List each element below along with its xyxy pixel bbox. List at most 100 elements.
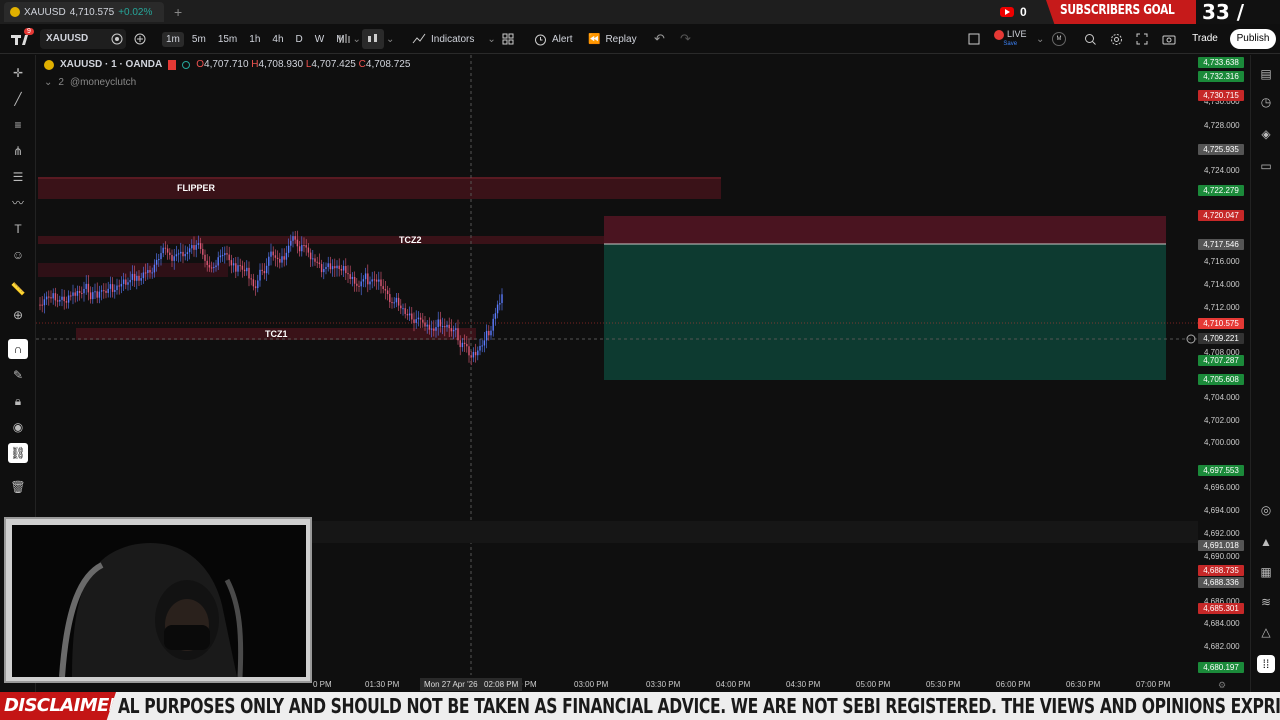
eye-icon[interactable]: ◉: [8, 417, 28, 437]
interval-w[interactable]: W: [311, 32, 328, 47]
candle-body: [252, 279, 255, 287]
trend-line-icon[interactable]: ╱: [8, 89, 28, 109]
chart-legend: XAUUSD · 1 · OANDA O4,707.710 H4,708.930…: [44, 59, 410, 70]
live-dropdown-icon[interactable]: ⌄: [1036, 24, 1044, 54]
candle-body: [78, 291, 81, 293]
new-tab-icon[interactable]: +: [174, 4, 182, 20]
candles-icon[interactable]: [362, 29, 384, 49]
interval-d[interactable]: D: [292, 32, 307, 47]
magnet-icon[interactable]: ∩: [8, 339, 28, 359]
chat-icon[interactable]: ▭: [1257, 157, 1275, 175]
indicators-dropdown-icon[interactable]: ⌄: [487, 34, 495, 45]
calendar-icon[interactable]: ▦: [1257, 563, 1275, 581]
brush-icon[interactable]: 〰: [8, 193, 28, 213]
axis-label: 4,702.000: [1204, 416, 1240, 425]
candle-body: [494, 313, 497, 319]
candle-body: [340, 268, 343, 271]
live-save-button[interactable]: LIVE Save: [994, 24, 1027, 54]
candle-body: [89, 292, 92, 300]
youtube-icon: [1000, 7, 1014, 17]
emoji-icon[interactable]: ☺: [8, 245, 28, 265]
price-tag: 4,680.197: [1198, 662, 1244, 673]
axis-label: 4,714.000: [1204, 280, 1240, 289]
fib-retracement-icon[interactable]: ☰: [8, 167, 28, 187]
publish-button[interactable]: Publish: [1230, 29, 1276, 49]
lock-icon[interactable]: 🔒︎: [8, 391, 28, 411]
candle-body: [65, 301, 68, 303]
price-tag: 4,697.553: [1198, 465, 1244, 476]
ruler-icon[interactable]: 📏: [8, 279, 28, 299]
candle-body: [239, 265, 241, 267]
candle-body: [160, 253, 162, 260]
rocket-icon[interactable]: ▲: [1257, 533, 1275, 551]
horizontal-lines-icon[interactable]: ≡: [8, 115, 28, 135]
bell-icon[interactable]: △: [1257, 623, 1275, 641]
target-icon[interactable]: ◎: [1257, 501, 1275, 519]
replay-button[interactable]: ⏪ Replay: [588, 24, 637, 54]
candle-body: [162, 247, 164, 254]
candle-body: [439, 319, 442, 327]
price-tag: 4,705.608: [1198, 374, 1244, 385]
candle-body: [142, 272, 145, 279]
crosshair-icon[interactable]: ✛: [8, 63, 28, 83]
candle-body: [136, 275, 138, 281]
candle-body: [488, 330, 490, 336]
interval-4h[interactable]: 4h: [268, 32, 287, 47]
candle-body: [184, 254, 186, 257]
candle-body: [210, 267, 213, 269]
axis-label: 4,694.000: [1204, 506, 1240, 515]
alerts-clock-icon[interactable]: ◷: [1257, 93, 1275, 111]
indicators-button[interactable]: Indicators ⌄: [412, 24, 496, 54]
pitchfork-icon[interactable]: ⋔: [8, 141, 28, 161]
settings-gear-icon[interactable]: [1110, 24, 1123, 54]
zoom-in-icon[interactable]: ⊕: [8, 305, 28, 325]
compare-add-icon[interactable]: [134, 24, 146, 54]
candle-body: [367, 273, 369, 285]
camera-snapshot-icon[interactable]: [1162, 24, 1176, 54]
legend-title[interactable]: XAUUSD · 1 · OANDA: [60, 59, 162, 70]
candle-body: [114, 290, 116, 292]
stay-drawing-icon[interactable]: ✎: [8, 365, 28, 385]
candle-body: [248, 267, 250, 279]
fullscreen-icon[interactable]: [1136, 24, 1148, 54]
candle-body: [279, 258, 281, 263]
layers-icon[interactable]: ◈: [1257, 125, 1275, 143]
interval-1h[interactable]: 1h: [245, 32, 264, 47]
candle-body: [373, 279, 376, 281]
symbol-search-icon[interactable]: [111, 24, 123, 54]
candle-body: [193, 245, 195, 250]
redo-icon[interactable]: ↷: [680, 24, 691, 54]
m-badge-icon[interactable]: M: [1052, 24, 1066, 54]
time-axis-settings-icon[interactable]: ⚙: [1218, 680, 1226, 691]
candle-body: [213, 267, 215, 269]
candlestick-series: [39, 230, 503, 366]
axis-label: 4,696.000: [1204, 483, 1240, 492]
interval-5m[interactable]: 5m: [188, 32, 210, 47]
watchlist-icon[interactable]: ▤: [1257, 65, 1275, 83]
candle-body: [92, 292, 94, 300]
link-icon[interactable]: ⛓︎: [8, 443, 28, 463]
chart-type-dropdown-icon[interactable]: ⌄: [386, 24, 394, 54]
bar-style-icon[interactable]: [338, 24, 352, 54]
trade-button[interactable]: Trade: [1186, 29, 1224, 49]
interval-dropdown-icon[interactable]: ⌄: [353, 34, 361, 45]
candle-body: [188, 248, 191, 253]
interval-1m[interactable]: 1m: [162, 31, 184, 47]
candle-body: [241, 265, 244, 270]
interval-15m[interactable]: 15m: [214, 32, 241, 47]
flag-icon[interactable]: [168, 59, 177, 70]
layouts-grid-icon[interactable]: [502, 24, 514, 54]
candle-body: [356, 283, 358, 286]
undo-icon[interactable]: ↶: [654, 24, 665, 54]
take-profit-zone: [604, 244, 1166, 380]
layout-square-icon[interactable]: [968, 24, 980, 54]
apps-grid-icon[interactable]: ⁞⁞: [1257, 655, 1275, 673]
text-tool-icon[interactable]: T: [8, 219, 28, 239]
quick-search-icon[interactable]: [1084, 24, 1097, 54]
news-feed-icon[interactable]: ≋: [1257, 593, 1275, 611]
alert-button[interactable]: Alert: [534, 24, 573, 54]
candle-body: [395, 297, 398, 303]
collapse-chevron-icon[interactable]: ⌄: [44, 77, 52, 88]
trash-icon[interactable]: 🗑︎: [8, 477, 28, 497]
youtube-count: 0: [1020, 5, 1027, 19]
